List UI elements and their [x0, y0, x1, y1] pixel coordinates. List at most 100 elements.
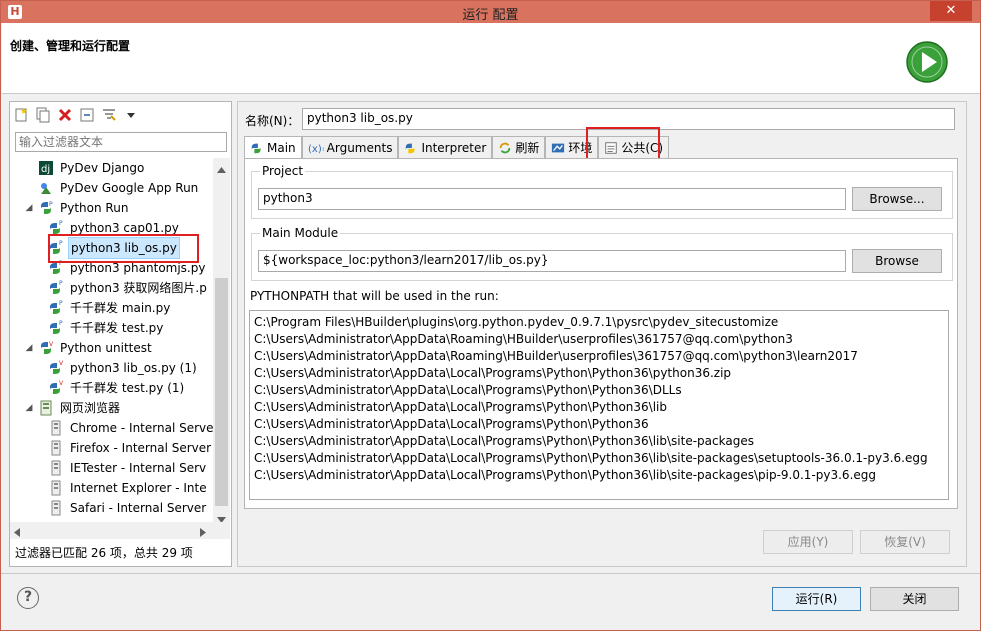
- run-button[interactable]: 运行(R): [772, 587, 861, 611]
- tree-item-label: Python Run: [60, 201, 129, 215]
- revert-button[interactable]: 恢复(V): [860, 530, 950, 554]
- help-icon[interactable]: ?: [17, 587, 39, 609]
- run-large-icon: [904, 39, 950, 85]
- tree-horizontal-scrollbar[interactable]: [10, 522, 230, 539]
- tree-item-label: Internet Explorer - Inte: [70, 481, 207, 495]
- scroll-up-icon[interactable]: [217, 162, 226, 176]
- tree-item[interactable]: V 千千群发 test.py (1): [44, 378, 186, 398]
- pythonpath-entry[interactable]: C:\Users\Administrator\AppData\Local\Pro…: [254, 382, 944, 399]
- close-button[interactable]: 关闭: [870, 587, 959, 611]
- tab-0[interactable]: Main: [244, 136, 302, 158]
- python-run-icon: P: [38, 200, 54, 216]
- pythonpath-entry[interactable]: C:\Users\Administrator\AppData\Local\Pro…: [254, 467, 944, 484]
- refresh-icon: [498, 141, 512, 155]
- expand-chevron-icon[interactable]: ◢: [24, 198, 34, 218]
- selected-item-highlight: [48, 234, 199, 263]
- scroll-left-icon[interactable]: [14, 526, 20, 540]
- footer-separator: [1, 573, 980, 574]
- tree-item-label: Firefox - Internal Server: [70, 441, 212, 455]
- pythonpath-entry[interactable]: C:\Users\Administrator\AppData\Local\Pro…: [254, 365, 944, 382]
- name-label: 名称(N)：: [245, 114, 300, 128]
- svg-text:(x)=: (x)=: [308, 144, 324, 155]
- project-browse-button[interactable]: Browse...: [852, 187, 942, 211]
- new-config-icon[interactable]: [12, 106, 30, 124]
- tree-item[interactable]: dj PyDev Django: [24, 158, 146, 178]
- tree-item[interactable]: Vpython3 lib_os.py (1): [44, 358, 199, 378]
- project-input[interactable]: python3: [258, 188, 846, 210]
- tab-1[interactable]: (x)=Arguments: [301, 136, 399, 158]
- python-file-icon: P: [48, 320, 64, 336]
- pythonpath-entry[interactable]: C:\Users\Administrator\AppData\Roaming\H…: [254, 348, 944, 365]
- window-close-button[interactable]: ✕: [930, 1, 972, 21]
- pythonpath-entry[interactable]: C:\Users\Administrator\AppData\Local\Pro…: [254, 433, 944, 450]
- tree-item[interactable]: Firefox - Internal Server: [44, 438, 213, 458]
- tree-item-label: 千千群发 test.py: [70, 321, 164, 335]
- pythonpath-list[interactable]: C:\Program Files\HBuilder\plugins\org.py…: [249, 310, 949, 500]
- filter-icon[interactable]: [100, 106, 118, 124]
- tree-item[interactable]: Chrome - Internal Serve: [44, 418, 213, 438]
- pythonpath-entry[interactable]: C:\Program Files\HBuilder\plugins\org.py…: [254, 314, 944, 331]
- arguments-icon: (x)=: [308, 141, 324, 155]
- configuration-tree: dj PyDev Django PyDev Google App Run ◢ P Pyth…: [10, 158, 213, 522]
- main-module-label: Main Module: [260, 226, 341, 240]
- scroll-right-icon[interactable]: [200, 526, 206, 540]
- tree-item[interactable]: P 千千群发 main.py: [44, 298, 172, 318]
- pythonpath-label: PYTHONPATH that will be used in the run:: [250, 289, 499, 303]
- tree-item-label: 千千群发 main.py: [70, 301, 171, 315]
- interpreter-icon: [404, 141, 418, 155]
- tree-item-label: Python unittest: [60, 341, 152, 355]
- main-module-input[interactable]: ${workspace_loc:python3/learn2017/lib_os…: [258, 250, 846, 272]
- tree-item[interactable]: IETester - Internal Serv: [44, 458, 208, 478]
- tab-2[interactable]: Interpreter: [398, 136, 493, 158]
- tree-item-label: 千千群发 test.py (1): [70, 381, 185, 395]
- tree-item[interactable]: PyDev Google App Run: [24, 178, 200, 198]
- tree-item[interactable]: Ppython3 获取网络图片.p: [44, 278, 209, 298]
- tree-scroll-thumb[interactable]: [215, 278, 228, 506]
- svg-text:P: P: [59, 280, 63, 287]
- project-label: Project: [260, 164, 306, 178]
- tree-item[interactable]: ◢ P Python Run: [24, 198, 130, 218]
- filter-input[interactable]: [15, 132, 227, 152]
- expand-chevron-icon[interactable]: ◢: [24, 398, 34, 418]
- browser-icon: [48, 460, 64, 476]
- expand-chevron-icon[interactable]: ◢: [24, 338, 34, 358]
- tree-item-label: 网页浏览器: [60, 401, 121, 415]
- tree-item[interactable]: ◢ 网页浏览器: [24, 398, 122, 418]
- tree-item[interactable]: ◢ V Python unittest: [24, 338, 154, 358]
- tree-item-label: PyDev Django: [60, 161, 145, 175]
- pythonpath-entry[interactable]: C:\Users\Administrator\AppData\Roaming\H…: [254, 331, 944, 348]
- browser-icon: [48, 420, 64, 436]
- collapse-all-icon[interactable]: [78, 106, 96, 124]
- configuration-editor-panel: 名称(N)： python3 lib_os.py Main(x)=Argumen…: [237, 101, 967, 567]
- google-app-icon: [38, 180, 54, 196]
- window-title: 运行 配置: [462, 8, 519, 23]
- svg-text:dj: dj: [41, 164, 50, 175]
- title-bar[interactable]: H 运行 配置 ✕: [1, 1, 980, 23]
- environment-icon: [551, 141, 565, 155]
- svg-text:P: P: [49, 201, 53, 208]
- tree-item[interactable]: Internet Explorer - Inte: [44, 478, 209, 498]
- pythonpath-entry[interactable]: C:\Users\Administrator\AppData\Local\Pro…: [254, 416, 944, 433]
- main-module-group: Main Module ${workspace_loc:python3/lear…: [251, 226, 953, 281]
- pythonpath-entry[interactable]: C:\Users\Administrator\AppData\Local\Pro…: [254, 399, 944, 416]
- filter-menu-chevron-down-icon[interactable]: [122, 106, 140, 124]
- tree-item[interactable]: P 千千群发 test.py: [44, 318, 165, 338]
- svg-text:P: P: [59, 300, 63, 307]
- browser-icon: [48, 500, 64, 516]
- tree-item[interactable]: Safari - Internal Server: [44, 498, 208, 518]
- pythonpath-entry[interactable]: C:\Users\Administrator\AppData\Local\Pro…: [254, 450, 944, 467]
- tree-item-label: python3 lib_os.py (1): [70, 361, 197, 375]
- django-icon: dj: [38, 160, 54, 176]
- delete-config-icon[interactable]: [56, 106, 74, 124]
- tab-label: Arguments: [326, 140, 393, 155]
- main-module-browse-button[interactable]: Browse: [852, 249, 942, 273]
- tab-3[interactable]: 刷新: [492, 136, 546, 158]
- config-toolbar: [12, 104, 140, 126]
- svg-text:P: P: [59, 220, 63, 227]
- apply-button[interactable]: 应用(Y): [763, 530, 853, 554]
- dialog-header: 创建、管理和运行配置: [2, 23, 980, 94]
- svg-text:V: V: [59, 360, 64, 367]
- tree-vertical-scrollbar[interactable]: [213, 158, 230, 523]
- duplicate-config-icon[interactable]: [34, 106, 52, 124]
- python-unittest-icon: V: [38, 340, 54, 356]
